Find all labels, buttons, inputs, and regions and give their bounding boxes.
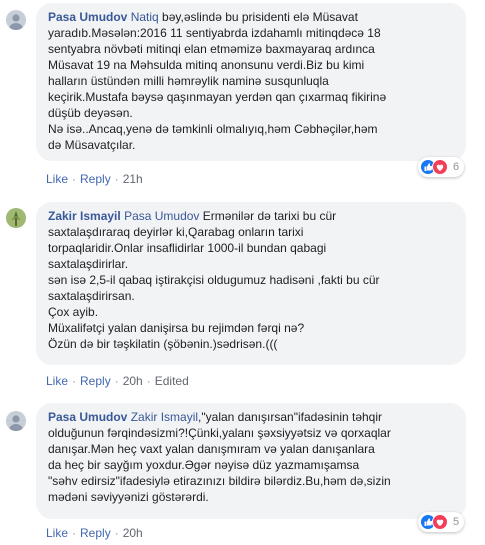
comment-bubble: Zakir Ismayil Pasa Umudov Ermənilər də t… <box>36 202 466 365</box>
comment-text-line: Müxalifətçi yalan danişirsa bu rejimdən … <box>48 321 305 335</box>
like-link[interactable]: Like <box>46 526 68 540</box>
comment-text-line: sentyabra növbəti mitinqi elan etməmizə … <box>48 42 375 56</box>
avatar[interactable] <box>6 411 26 431</box>
comment-text-line: olduğunun fərqindəsizmi?!Çünki,yalanı şə… <box>48 426 391 440</box>
avatar[interactable] <box>6 208 26 228</box>
comment-actions: Like · Reply · 21h <box>46 172 143 186</box>
love-reaction-icon <box>432 514 448 530</box>
user-avatar-icon <box>6 208 26 228</box>
reply-link[interactable]: Reply <box>80 374 111 388</box>
comment-bubble: Pasa Umudov Zakir Ismayil,"yalan danışır… <box>36 403 466 519</box>
reply-link[interactable]: Reply <box>80 526 111 540</box>
comment-text-line: Müsavat 19 na Məhsulda mitinq anonsunu v… <box>48 58 365 72</box>
comment-text-line: keçirik.Mustafa bəysə qaşınmayan yerdən … <box>48 90 387 104</box>
comment-text-line: Ermənilər də tarixi bu cür <box>199 209 337 223</box>
mentioned-user[interactable]: Pasa Umudov <box>124 209 199 223</box>
comment-text-line: saxtalaşdıraraq deyirlər ki,Qarabag onla… <box>48 225 304 239</box>
comment-timestamp[interactable]: 20h <box>123 526 143 540</box>
separator-dot: · <box>114 172 119 186</box>
comment-bubble: Pasa Umudov Natiq bəy,əslində bu priside… <box>36 3 466 161</box>
separator-dot: · <box>146 374 151 388</box>
separator-dot: · <box>72 172 77 186</box>
comment-text-line: də Müsavatçılar. <box>48 138 136 152</box>
comment-text-line: sən isə 2,5-il qabaq iştirakçisi oldugum… <box>48 273 380 287</box>
comment-text-line: saxtalaşdirirsan. <box>48 289 135 303</box>
comment-text-line: bəy,əslində bu prisidenti elə Müsavat <box>158 10 358 24</box>
comment-text-line: Nə isə..Ancaq,yenə də təmkinli olmalıyıq… <box>48 122 378 136</box>
comment-first-line: Zakir Ismayil Pasa Umudov Ermənilər də t… <box>48 208 454 224</box>
reaction-count: 5 <box>453 516 460 528</box>
comment-author[interactable]: Pasa Umudov <box>48 10 127 24</box>
love-reaction-icon <box>432 159 448 175</box>
comment-text-line: mədəni səviyyənizi göstərərdi. <box>48 490 209 504</box>
comment-author[interactable]: Pasa Umudov <box>48 410 127 424</box>
edited-label[interactable]: Edited <box>155 374 189 388</box>
comment-text-line: halların üstündən milli həmrəylik naminə… <box>48 74 329 88</box>
mentioned-user[interactable]: Zakir Ismayil <box>131 410 198 424</box>
comment-first-line: Pasa Umudov Natiq bəy,əslində bu priside… <box>48 9 454 25</box>
like-link[interactable]: Like <box>46 374 68 388</box>
avatar[interactable] <box>6 10 26 30</box>
comment-text-line: yaradıb.Məsələn:2016 11 sentiyabrda izda… <box>48 26 381 40</box>
comment-text-line: Özün də bir təşkilatin (şöbənin.)sədrisə… <box>48 337 278 351</box>
comment-text-line: saxtalaşdirirlar. <box>48 257 129 271</box>
comment-text-line: da heç bir sayğım yoxdur.Əgər nəyisə düz… <box>48 458 360 472</box>
reaction-count: 6 <box>453 161 460 173</box>
comment-text-line: torpaqlaridir.Onlar insaflidirlar 1000-i… <box>48 241 327 255</box>
user-avatar-icon <box>6 411 26 431</box>
separator-dot: · <box>72 526 77 540</box>
comment-timestamp[interactable]: 21h <box>123 172 143 186</box>
reactions-summary[interactable]: 5 <box>418 512 465 532</box>
user-avatar-icon <box>6 10 26 30</box>
comment-text-line: ,"yalan danışırsan"ifadəsinin təhqir <box>198 410 383 424</box>
comment-actions: Like · Reply · 20h · Edited <box>46 374 189 388</box>
comment-first-line: Pasa Umudov Zakir Ismayil,"yalan danışır… <box>48 409 454 425</box>
comment-actions: Like · Reply · 20h <box>46 526 143 540</box>
separator-dot: · <box>72 374 77 388</box>
mentioned-user[interactable]: Natiq <box>131 10 159 24</box>
comment-text-line: düşüb deyəsən. <box>48 106 133 120</box>
comment-text-line: "səhv edirsiz"ifadesiylə etirazınızı bil… <box>48 474 391 488</box>
separator-dot: · <box>114 526 119 540</box>
separator-dot: · <box>114 374 119 388</box>
reactions-summary[interactable]: 6 <box>418 157 465 177</box>
reply-link[interactable]: Reply <box>80 172 111 186</box>
comment-text-line: danışar.Mən heç vaxt yalan danışmıram və… <box>48 442 375 456</box>
comment-timestamp[interactable]: 20h <box>123 374 143 388</box>
comment-author[interactable]: Zakir Ismayil <box>48 209 121 223</box>
like-link[interactable]: Like <box>46 172 68 186</box>
comment-text-line: Çox ayib. <box>48 305 99 319</box>
